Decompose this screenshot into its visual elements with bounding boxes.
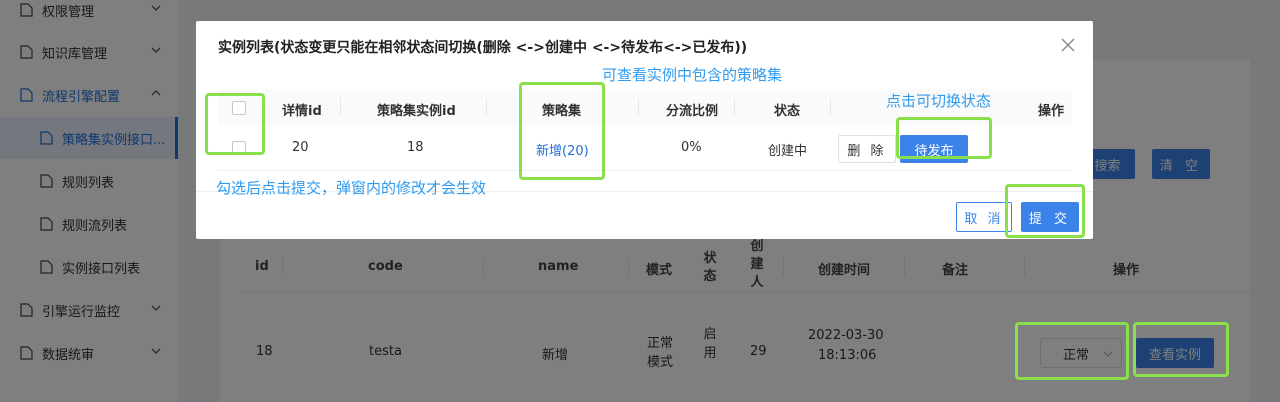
annotation-box-submit: [1005, 184, 1085, 238]
row-divider: [218, 170, 1072, 171]
column-header-actions: 操作: [1038, 104, 1065, 119]
column-divider: [830, 98, 831, 116]
column-divider: [486, 98, 487, 116]
column-header-ratio: 分流比例: [666, 104, 719, 119]
cancel-button[interactable]: 取 消: [956, 202, 1012, 232]
annotation-strategy-hint: 可查看实例中包含的策略集: [602, 66, 783, 84]
cell-status: 创建中: [768, 144, 808, 159]
annotation-box-strategy: [519, 82, 605, 180]
annotation-box-checkbox: [205, 93, 265, 155]
column-divider: [340, 98, 341, 116]
delete-button[interactable]: 删 除: [838, 135, 896, 163]
annotation-box-publish: [896, 117, 992, 159]
column-header-instance-id: 策略集实例id: [377, 104, 456, 119]
annotation-box-view-instance: [1133, 322, 1229, 377]
annotation-box-select: [1015, 322, 1129, 380]
cell-instance-id: 18: [407, 140, 424, 155]
cell-detail-id: 20: [292, 140, 309, 155]
column-divider: [734, 98, 735, 116]
annotation-submit-hint: 勾选后点击提交，弹窗内的修改才会生效: [216, 179, 487, 197]
cell-ratio: 0%: [681, 140, 702, 155]
close-icon[interactable]: [1061, 38, 1075, 52]
column-divider: [638, 98, 639, 116]
column-header-status: 状态: [774, 104, 801, 119]
dialog-title: 实例列表(状态变更只能在相邻状态间切换(删除 <->创建中 <->待发布<->已…: [218, 40, 748, 56]
column-header-detail-id: 详情id: [282, 104, 322, 119]
annotation-switch-hint: 点击可切换状态: [886, 92, 992, 110]
